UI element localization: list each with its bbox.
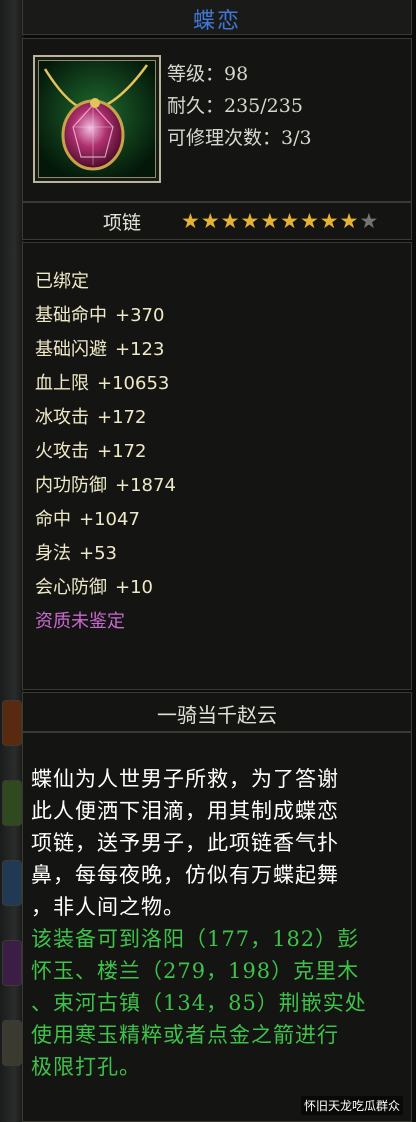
side-toolbar <box>0 0 24 1122</box>
side-slot-icon[interactable] <box>2 940 22 986</box>
attribute-value: +172 <box>97 407 147 428</box>
item-title-bar: 蝶恋 <box>22 0 412 35</box>
star-rating: ★ ★ ★ ★ ★ ★ ★ ★ ★ ★ <box>181 209 378 233</box>
star-filled-icon: ★ <box>240 209 260 233</box>
attribute-row: 基础命中 +370 <box>35 301 164 327</box>
side-slot-icon[interactable] <box>2 860 22 906</box>
star-filled-icon: ★ <box>339 209 359 233</box>
attribute-value: +370 <box>115 305 165 326</box>
item-durability: 耐久：235/235 <box>167 95 303 117</box>
set-name-bar: 一骑当千赵云 <box>22 692 412 732</box>
lore-line: 此人便洒下泪滴，用其制成蝶恋 <box>31 799 339 823</box>
hint-line: 怀玉、楼兰（279，198）克里木 <box>31 959 360 983</box>
attribute-name: 火攻击 <box>35 441 89 462</box>
side-slot-icon[interactable] <box>2 700 22 746</box>
attribute-name: 基础命中 <box>35 305 107 326</box>
attribute-value: +1874 <box>115 475 176 496</box>
hint-line: 使用寒玉精粹或者点金之箭进行 <box>31 1023 339 1047</box>
item-level: 等级：98 <box>167 63 249 85</box>
side-slot-icon[interactable] <box>2 780 22 826</box>
lore-line: 项链，送予男子，此项链香气扑 <box>31 831 339 855</box>
attribute-name: 基础闪避 <box>35 339 107 360</box>
item-header: 等级：98 耐久：235/235 可修理次数：3/3 <box>22 38 412 202</box>
attribute-row: 内功防御 +1874 <box>35 471 176 497</box>
pendant-icon <box>39 61 155 177</box>
lore-line: ，非人间之物。 <box>31 895 185 919</box>
description-panel: 蝶仙为人世男子所救，为了答谢 此人便洒下泪滴，用其制成蝶恋 项链，送予男子，此项… <box>22 732 412 1122</box>
attribute-row: 身法 +53 <box>35 539 117 565</box>
watermark: 怀旧天龙吃瓜群众 <box>300 1096 403 1115</box>
item-icon-frame <box>33 55 161 183</box>
side-slot-icon[interactable] <box>2 1020 22 1066</box>
attribute-value: +123 <box>115 339 165 360</box>
star-filled-icon: ★ <box>299 209 319 233</box>
star-filled-icon: ★ <box>280 209 299 233</box>
attribute-row: 血上限 +10653 <box>35 369 169 395</box>
star-filled-icon: ★ <box>319 209 339 233</box>
attribute-name: 内功防御 <box>35 475 107 496</box>
hint-line: 极限打孔。 <box>31 1055 141 1079</box>
lore-line: 蝶仙为人世男子所救，为了答谢 <box>31 767 339 791</box>
hint-line: 该装备可到洛阳（177，182）彭 <box>31 927 360 951</box>
attribute-name: 命中 <box>35 509 71 530</box>
item-name: 蝶恋 <box>192 9 241 34</box>
star-filled-icon: ★ <box>200 209 220 233</box>
item-repair-count: 可修理次数：3/3 <box>167 127 312 149</box>
lore-line: 鼻，每每夜晚，仿似有万蝶起舞 <box>31 863 339 887</box>
item-type: 项链 <box>103 212 142 234</box>
star-filled-icon: ★ <box>181 209 200 233</box>
quality-status: 资质未鉴定 <box>35 611 125 632</box>
attribute-value: +53 <box>79 543 117 564</box>
bound-status: 已绑定 <box>35 271 89 292</box>
attribute-row: 冰攻击 +172 <box>35 403 146 429</box>
attribute-value: +1047 <box>79 509 140 530</box>
attribute-row: 火攻击 +172 <box>35 437 146 463</box>
attribute-value: +172 <box>97 441 147 462</box>
attribute-value: +10 <box>115 577 153 598</box>
star-filled-icon: ★ <box>220 209 240 233</box>
star-filled-icon: ★ <box>260 209 280 233</box>
attribute-name: 身法 <box>35 543 71 564</box>
attribute-row: 命中 +1047 <box>35 505 140 531</box>
star-empty-icon: ★ <box>359 209 379 233</box>
set-name: 一骑当千赵云 <box>157 703 277 727</box>
hint-line: 、束河古镇（134，85）荆嵌实处 <box>31 991 367 1015</box>
attribute-value: +10653 <box>97 373 170 394</box>
attribute-name: 血上限 <box>35 373 89 394</box>
attribute-name: 会心防御 <box>35 577 107 598</box>
item-type-bar: 项链 ★ ★ ★ ★ ★ ★ ★ ★ ★ ★ <box>22 202 412 240</box>
attribute-row: 会心防御 +10 <box>35 573 153 599</box>
attribute-name: 冰攻击 <box>35 407 89 428</box>
attribute-row: 基础闪避 +123 <box>35 335 164 361</box>
attribute-panel: 已绑定 基础命中 +370 基础闪避 +123 血上限 +10653 冰攻击 +172 … <box>22 242 412 690</box>
